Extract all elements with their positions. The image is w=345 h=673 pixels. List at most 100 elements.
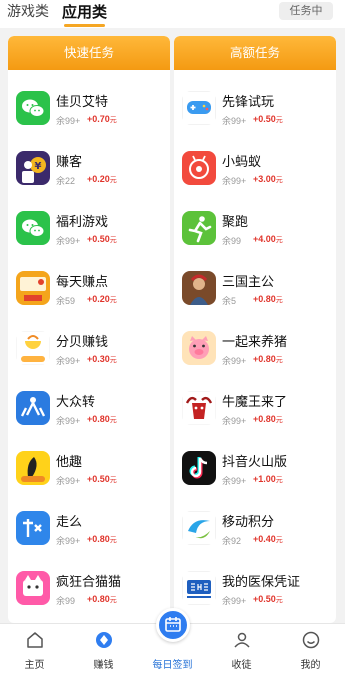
divider — [0, 28, 345, 36]
task-name: 佳贝艾特 — [56, 94, 109, 109]
task-reward: +0.80元 — [87, 414, 117, 424]
douyin-icon — [182, 451, 216, 485]
task-item[interactable]: 每天赚点 余59 +0.20元 — [8, 263, 170, 323]
task-reward: +3.00元 — [253, 174, 283, 184]
task-name: 分贝赚钱 — [56, 334, 109, 349]
task-remaining: 余99+ — [56, 356, 81, 366]
tab-apps-label: 应用类 — [62, 4, 108, 21]
nav-profile-label: 我的 — [300, 660, 321, 671]
wechat-icon — [16, 211, 50, 245]
task-reward: +0.20元 — [87, 294, 117, 304]
task-name: 赚客 — [56, 154, 83, 169]
profile-icon — [302, 631, 319, 649]
task-reward: +0.70元 — [87, 114, 117, 124]
task-item[interactable]: 先锋试玩 余99+ +0.50元 — [174, 83, 336, 143]
task-item[interactable]: 疯狂合猫猫 余99 +0.80元 — [8, 563, 170, 623]
active-tab-indicator — [64, 24, 106, 27]
nav-home[interactable]: 主页 — [0, 624, 69, 673]
task-remaining: 余99+ — [222, 176, 247, 186]
task-reward: +0.80元 — [87, 594, 117, 604]
task-name: 他趣 — [56, 454, 83, 469]
task-remaining: 余99+ — [222, 476, 247, 486]
task-name: 福利游戏 — [56, 214, 109, 229]
task-remaining: 余99+ — [56, 536, 81, 546]
task-reward: +0.30元 — [87, 354, 117, 364]
task-name: 我的医保凭证 — [222, 574, 301, 589]
nav-home-label: 主页 — [24, 660, 45, 671]
task-item[interactable]: 福利游戏 余99+ +0.50元 — [8, 203, 170, 263]
task-item[interactable]: 大众转 余99+ +0.80元 — [8, 383, 170, 443]
zhuanke-icon: ¥ — [16, 151, 50, 185]
task-item[interactable]: 走么 余99+ +0.80元 — [8, 503, 170, 563]
china-mobile-icon — [182, 511, 216, 545]
task-name: 一起来养猪 — [222, 334, 288, 349]
task-item[interactable]: 三国主公 余5 +0.80元 — [174, 263, 336, 323]
nav-apprentice[interactable]: 收徒 — [207, 624, 276, 673]
task-remaining: 余92 — [222, 536, 242, 546]
task-reward: +1.00元 — [253, 474, 283, 484]
nav-earn-label: 赚钱 — [93, 660, 114, 671]
make-money-icon — [16, 271, 50, 305]
task-reward: +0.80元 — [87, 534, 117, 544]
gamepad-icon — [182, 91, 216, 125]
nav-apprentice-label: 收徒 — [231, 660, 252, 671]
task-item[interactable]: 抖音火山版 余99+ +1.00元 — [174, 443, 336, 503]
task-remaining: 余99+ — [222, 596, 247, 606]
task-remaining: 余99+ — [56, 476, 81, 486]
task-item[interactable]: 分贝赚钱 余99+ +0.30元 — [8, 323, 170, 383]
nav-daily-checkin[interactable]: 每日签到 — [138, 608, 207, 673]
task-reward: +0.80元 — [253, 414, 283, 424]
apprentice-icon — [233, 632, 250, 648]
task-reward: +0.80元 — [253, 294, 283, 304]
task-item[interactable]: 移动积分 余92 +0.40元 — [174, 503, 336, 563]
task-remaining: 余5 — [222, 296, 237, 306]
task-item[interactable]: 小蚂蚁 余99+ +3.00元 — [174, 143, 336, 203]
task-remaining: 余99+ — [56, 416, 81, 426]
task-item[interactable]: 聚跑 余99 +4.00元 — [174, 203, 336, 263]
nav-earn[interactable]: 赚钱 — [69, 624, 138, 673]
task-reward: +0.40元 — [253, 534, 283, 544]
task-item[interactable]: 他趣 余99+ +0.50元 — [8, 443, 170, 503]
task-remaining: 余99 — [56, 596, 76, 606]
dazhongzhuan-icon — [16, 391, 50, 425]
chs-icon — [182, 571, 216, 605]
home-icon — [26, 632, 43, 648]
calendar-button[interactable] — [155, 608, 190, 642]
task-remaining: 余59 — [56, 296, 76, 306]
task-name: 疯狂合猫猫 — [56, 574, 122, 589]
nav-profile[interactable]: 我的 — [276, 624, 345, 673]
task-reward: +0.20元 — [87, 174, 117, 184]
tab-games[interactable]: 游戏类 — [7, 1, 49, 21]
task-remaining: 余99+ — [56, 116, 81, 126]
task-remaining: 余99+ — [222, 116, 247, 126]
zoume-icon — [16, 511, 50, 545]
high-reward-tasks-header: 高额任务 — [174, 36, 336, 70]
warrior-icon — [182, 271, 216, 305]
task-item[interactable]: 佳贝艾特 余99+ +0.70元 — [8, 83, 170, 143]
tab-games-label: 游戏类 — [7, 3, 49, 19]
task-reward: +0.80元 — [253, 354, 283, 364]
task-item[interactable]: 我的医保凭证 余99+ +0.50元 — [174, 563, 336, 623]
task-name: 聚跑 — [222, 214, 249, 229]
task-remaining: 余99 — [222, 236, 242, 246]
task-name: 大众转 — [56, 394, 96, 409]
taqu-icon — [16, 451, 50, 485]
ant-icon — [182, 151, 216, 185]
cat-game-icon — [16, 571, 50, 605]
wechat-icon — [16, 91, 50, 125]
tab-apps[interactable]: 应用类 — [62, 1, 108, 27]
task-item[interactable]: 牛魔王来了 余99+ +0.80元 — [174, 383, 336, 443]
task-name: 先锋试玩 — [222, 94, 275, 109]
task-item[interactable]: 一起来养猪 余99+ +0.80元 — [174, 323, 336, 383]
task-item[interactable]: ¥ 赚客 余22 +0.20元 — [8, 143, 170, 203]
in-progress-button[interactable]: 任务中 — [279, 2, 333, 20]
bull-king-icon — [182, 391, 216, 425]
quick-tasks-header: 快速任务 — [8, 36, 170, 70]
task-remaining: 余99+ — [222, 356, 247, 366]
task-name: 三国主公 — [222, 274, 275, 289]
pig-icon — [182, 331, 216, 365]
task-reward: +0.50元 — [87, 474, 117, 484]
task-remaining: 余99+ — [56, 236, 81, 246]
task-remaining: 余22 — [56, 176, 76, 186]
task-reward: +0.50元 — [253, 114, 283, 124]
